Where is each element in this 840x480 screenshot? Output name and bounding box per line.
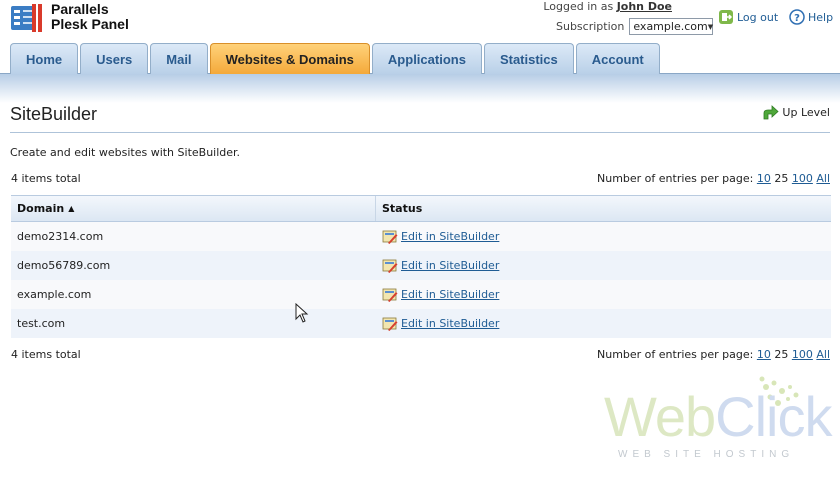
product-name-line2: Plesk Panel xyxy=(51,16,129,32)
column-header-domain-label: Domain xyxy=(17,202,65,215)
subscription-value: example.com xyxy=(633,20,708,33)
edit-sitebuilder-icon xyxy=(382,317,398,331)
subscription-row: Subscription example.com ▼ xyxy=(556,18,714,35)
table-row: demo56789.com Edit in SiteBuilder xyxy=(11,251,831,280)
column-header-domain[interactable]: Domain ▲ xyxy=(11,196,376,221)
edit-in-sitebuilder-link[interactable]: Edit in SiteBuilder xyxy=(382,229,499,244)
table-row: demo2314.com Edit in SiteBuilder xyxy=(11,222,831,251)
edit-sitebuilder-icon xyxy=(382,259,398,273)
sort-ascending-icon: ▲ xyxy=(68,204,75,213)
help-button[interactable]: ? Help xyxy=(789,9,833,25)
sitebuilder-table: Domain ▲ Status demo2314.com Edit in Sit… xyxy=(11,195,831,338)
mouse-pointer-icon xyxy=(295,303,309,323)
tab-users[interactable]: Users xyxy=(80,43,149,74)
logout-label: Log out xyxy=(737,10,779,24)
edit-sitebuilder-icon xyxy=(382,230,398,244)
user-name-link[interactable]: John Doe xyxy=(617,0,672,13)
status-cell: Edit in SiteBuilder xyxy=(376,222,831,251)
entries-100-link[interactable]: 100 xyxy=(792,348,813,361)
up-level-button[interactable]: Up Level xyxy=(762,105,830,120)
product-name-line1: Parallels xyxy=(51,1,109,17)
status-cell: Edit in SiteBuilder xyxy=(376,309,831,338)
edit-in-sitebuilder-link[interactable]: Edit in SiteBuilder xyxy=(382,287,499,302)
domain-cell: demo2314.com xyxy=(17,230,104,243)
edit-link-label: Edit in SiteBuilder xyxy=(401,230,500,243)
watermark-brand: WebClick xyxy=(604,385,832,448)
entries-per-page-top: Number of entries per page: 10 25 100 Al… xyxy=(597,172,830,185)
subscription-select[interactable]: example.com ▼ xyxy=(629,18,714,35)
main-tabs: Home Users Mail Websites & Domains Appli… xyxy=(10,43,662,74)
status-cell: Edit in SiteBuilder xyxy=(376,251,831,280)
tab-bar-background xyxy=(0,73,840,103)
edit-in-sitebuilder-link[interactable]: Edit in SiteBuilder xyxy=(382,258,499,273)
domain-cell: demo56789.com xyxy=(17,259,111,272)
entries-25-current: 25 xyxy=(774,348,789,361)
entries-label: Number of entries per page: xyxy=(597,172,754,185)
page-description: Create and edit websites with SiteBuilde… xyxy=(10,146,241,159)
tab-statistics[interactable]: Statistics xyxy=(483,43,574,74)
entries-10-link[interactable]: 10 xyxy=(757,172,771,185)
watermark-brand-part1: Web xyxy=(604,385,716,448)
items-total-bottom: 4 items total xyxy=(11,348,81,361)
chevron-down-icon: ▼ xyxy=(707,22,714,31)
edit-link-label: Edit in SiteBuilder xyxy=(401,288,500,301)
plesk-logo-icon xyxy=(11,4,42,32)
logged-in-label: Logged in as xyxy=(543,0,614,13)
title-divider xyxy=(10,132,830,133)
edit-sitebuilder-icon xyxy=(382,288,398,302)
domain-cell: example.com xyxy=(17,288,92,301)
table-row: test.com Edit in SiteBuilder xyxy=(11,309,831,338)
help-icon: ? xyxy=(789,9,805,25)
entries-100-link[interactable]: 100 xyxy=(792,172,813,185)
tab-home[interactable]: Home xyxy=(10,43,79,74)
watermark-brand-part2: Click xyxy=(715,385,832,448)
table-row: example.com Edit in SiteBuilder xyxy=(11,280,831,309)
page-title: SiteBuilder xyxy=(10,104,98,124)
logout-icon xyxy=(719,10,733,24)
edit-link-label: Edit in SiteBuilder xyxy=(401,317,500,330)
plesk-logo[interactable]: Parallels Plesk Panel xyxy=(10,2,150,36)
watermark-tagline: WEB SITE HOSTING xyxy=(618,449,795,460)
items-total-top: 4 items total xyxy=(11,172,81,185)
svg-text:?: ? xyxy=(794,13,800,24)
help-label: Help xyxy=(808,10,834,24)
tab-account[interactable]: Account xyxy=(575,43,660,74)
entries-all-link[interactable]: All xyxy=(816,172,830,185)
edit-in-sitebuilder-link[interactable]: Edit in SiteBuilder xyxy=(382,316,499,331)
status-cell: Edit in SiteBuilder xyxy=(376,280,831,309)
entries-all-link[interactable]: All xyxy=(816,348,830,361)
column-header-status: Status xyxy=(382,202,423,215)
webclick-watermark: WebClick WEB SITE HOSTING xyxy=(604,375,834,465)
logout-button[interactable]: Log out xyxy=(718,9,778,25)
entries-per-page-bottom: Number of entries per page: 10 25 100 Al… xyxy=(597,348,830,361)
login-info: Logged in as John Doe xyxy=(543,0,672,13)
up-arrow-icon xyxy=(764,105,780,120)
domain-cell: test.com xyxy=(17,317,66,330)
entries-label: Number of entries per page: xyxy=(597,348,754,361)
product-name: Parallels Plesk Panel xyxy=(51,2,129,32)
edit-link-label: Edit in SiteBuilder xyxy=(401,259,500,272)
tab-mail[interactable]: Mail xyxy=(150,43,208,74)
table-header: Domain ▲ Status xyxy=(11,196,831,222)
subscription-label: Subscription xyxy=(556,20,625,33)
entries-10-link[interactable]: 10 xyxy=(757,348,771,361)
tab-applications[interactable]: Applications xyxy=(371,43,482,74)
up-level-label: Up Level xyxy=(782,106,830,119)
entries-25-current: 25 xyxy=(774,172,789,185)
tab-websites-domains[interactable]: Websites & Domains xyxy=(209,43,370,74)
